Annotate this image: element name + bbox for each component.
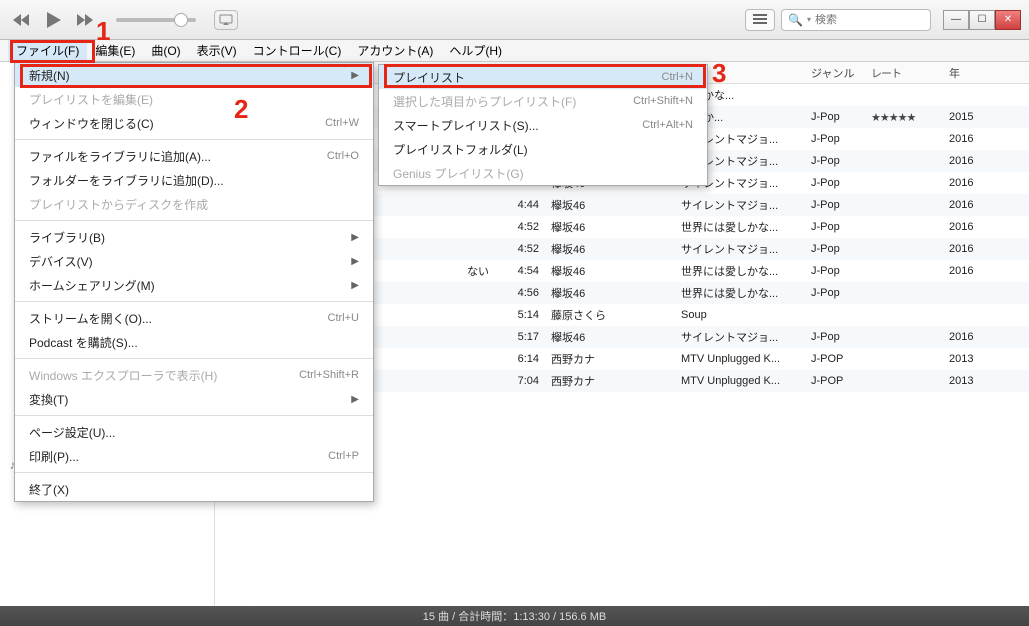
airplay-button[interactable]: [214, 10, 238, 30]
submenu-entry[interactable]: プレイリストフォルダ(L): [379, 137, 707, 161]
window-controls: — ☐ ✕: [943, 10, 1021, 30]
menu-entry[interactable]: ページ設定(U)...: [15, 420, 373, 444]
maximize-button[interactable]: ☐: [969, 10, 995, 30]
column-rating[interactable]: レート: [865, 65, 943, 81]
menu-entry[interactable]: 変換(T)▶: [15, 387, 373, 411]
menu-entry[interactable]: 終了(X): [15, 477, 373, 501]
list-view-button[interactable]: [745, 9, 775, 31]
title-bar: 🔍 ▾ — ☐ ✕: [0, 0, 1029, 40]
submenu-entry: 選択した項目からプレイリスト(F)Ctrl+Shift+N: [379, 89, 707, 113]
submenu-entry[interactable]: プレイリストCtrl+N: [379, 65, 707, 89]
volume-slider[interactable]: [116, 18, 196, 22]
status-bar: 15 曲 / 合計時間：1:13:30 / 156.6 MB: [0, 606, 1029, 626]
menu-entry[interactable]: ファイルをライブラリに追加(A)...Ctrl+O: [15, 144, 373, 168]
submenu-entry: Genius プレイリスト(G): [379, 161, 707, 185]
menu-entry[interactable]: ホームシェアリング(M)▶: [15, 273, 373, 297]
volume-thumb[interactable]: [174, 13, 188, 27]
menu-entry[interactable]: 新規(N)▶: [15, 63, 373, 87]
file-menu-dropdown: 新規(N)▶プレイリストを編集(E)ウィンドウを閉じる(C)Ctrl+W ファイル…: [14, 62, 374, 502]
menu-entry: プレイリストを編集(E): [15, 87, 373, 111]
menu-item[interactable]: 編集(E): [87, 40, 143, 61]
search-field[interactable]: 🔍 ▾: [781, 9, 931, 31]
menu-entry[interactable]: ウィンドウを閉じる(C)Ctrl+W: [15, 111, 373, 135]
chevron-right-icon: ▶: [351, 256, 359, 267]
menu-entry[interactable]: ライブラリ(B)▶: [15, 225, 373, 249]
search-icon: 🔍: [788, 13, 803, 27]
menu-item[interactable]: ヘルプ(H): [441, 40, 510, 61]
chevron-right-icon: ▶: [351, 232, 359, 243]
minimize-button[interactable]: —: [943, 10, 969, 30]
chevron-right-icon: ▶: [351, 280, 359, 291]
playback-controls: [8, 7, 238, 33]
play-button[interactable]: [38, 7, 68, 33]
menu-entry[interactable]: Podcast を購読(S)...: [15, 330, 373, 354]
next-button[interactable]: [72, 9, 98, 31]
search-dropdown-icon: ▾: [807, 15, 811, 24]
column-year[interactable]: 年: [943, 65, 993, 81]
new-submenu-dropdown: プレイリストCtrl+N選択した項目からプレイリスト(F)Ctrl+Shift+…: [378, 64, 708, 186]
menu-entry[interactable]: ストリームを開く(O)...Ctrl+U: [15, 306, 373, 330]
status-text: 15 曲 / 合計時間：1:13:30 / 156.6 MB: [423, 608, 606, 624]
column-genre[interactable]: ジャンル: [805, 65, 865, 81]
menu-entry[interactable]: デバイス(V)▶: [15, 249, 373, 273]
menu-item[interactable]: コントロール(C): [245, 40, 350, 61]
menu-entry: プレイリストからディスクを作成: [15, 192, 373, 216]
chevron-right-icon: ▶: [351, 394, 359, 405]
close-button[interactable]: ✕: [995, 10, 1021, 30]
menu-entry: Windows エクスプローラで表示(H)Ctrl+Shift+R: [15, 363, 373, 387]
menu-item[interactable]: ファイル(F): [8, 40, 87, 61]
chevron-right-icon: ▶: [351, 70, 359, 81]
menu-entry[interactable]: 印刷(P)...Ctrl+P: [15, 444, 373, 468]
prev-button[interactable]: [8, 9, 34, 31]
search-input[interactable]: [815, 14, 915, 26]
submenu-entry[interactable]: スマートプレイリスト(S)...Ctrl+Alt+N: [379, 113, 707, 137]
menu-item[interactable]: 表示(V): [189, 40, 245, 61]
menu-item[interactable]: 曲(O): [143, 40, 188, 61]
menu-item[interactable]: アカウント(A): [349, 40, 441, 61]
menu-bar: ファイル(F)編集(E)曲(O)表示(V)コントロール(C)アカウント(A)ヘル…: [0, 40, 1029, 62]
menu-entry[interactable]: フォルダーをライブラリに追加(D)...: [15, 168, 373, 192]
